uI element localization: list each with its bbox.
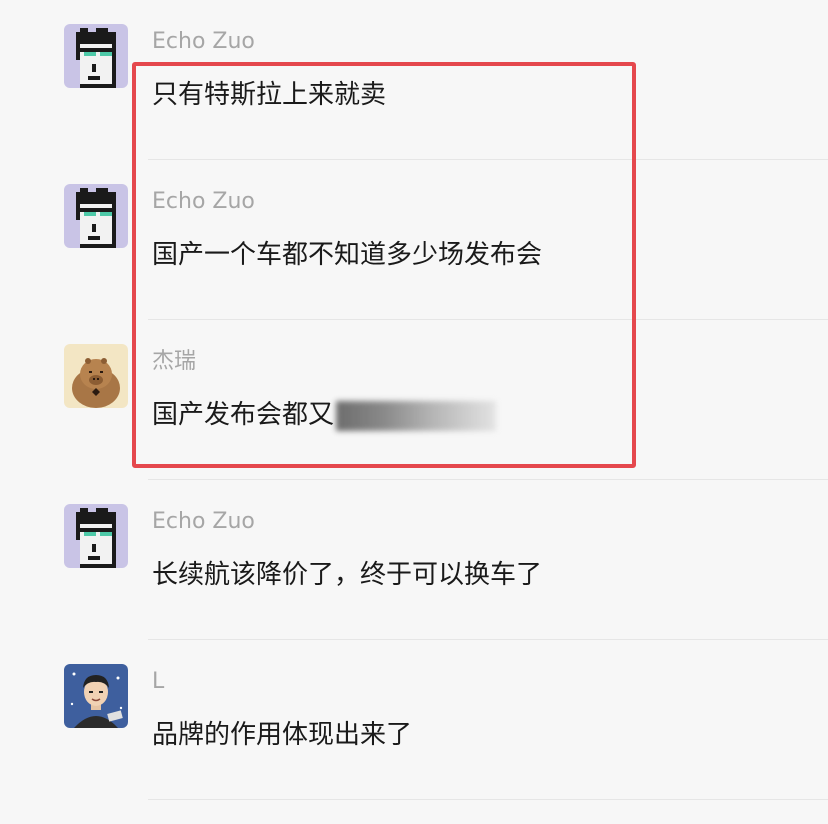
pixel-punk-avatar-icon [64, 24, 128, 88]
chat-message[interactable]: L 品牌的作用体现出来了 [0, 640, 828, 800]
sender-name: Echo Zuo [152, 29, 255, 54]
message-text-visible: 国产发布会都又 [152, 400, 335, 430]
sender-name: Echo Zuo [152, 189, 255, 214]
sender-name: 杰瑞 [152, 349, 197, 374]
pixel-punk-avatar-icon [64, 504, 128, 568]
avatar[interactable] [64, 664, 128, 728]
message-text: 国产一个车都不知道多少场发布会 [152, 240, 543, 270]
avatar[interactable] [64, 344, 128, 408]
chat-message-list: Echo Zuo 只有特斯拉上来就卖 Echo Zuo 国产一个车都不知道多少场… [0, 0, 828, 824]
avatar[interactable] [64, 184, 128, 248]
sender-name: Echo Zuo [152, 509, 255, 534]
chat-message[interactable]: Echo Zuo 长续航该降价了，终于可以换车了 [0, 480, 828, 640]
sender-name: L [152, 669, 165, 694]
pixel-punk-avatar-icon [64, 184, 128, 248]
blurred-redaction [336, 400, 497, 431]
message-text: 国产发布会都又 [152, 398, 497, 432]
chat-message[interactable]: 杰瑞 国产发布会都又 [0, 320, 828, 480]
chat-message[interactable]: Echo Zuo 国产一个车都不知道多少场发布会 [0, 160, 828, 320]
chat-message[interactable]: Echo Zuo 只有特斯拉上来就卖 [0, 0, 828, 160]
avatar[interactable] [64, 24, 128, 88]
message-text: 只有特斯拉上来就卖 [152, 80, 387, 110]
cartoon-man-avatar-icon [64, 664, 128, 728]
message-text: 品牌的作用体现出来了 [152, 720, 413, 750]
capybara-avatar-icon [64, 344, 128, 408]
avatar[interactable] [64, 504, 128, 568]
divider [148, 799, 828, 800]
message-text: 长续航该降价了，终于可以换车了 [152, 560, 543, 590]
